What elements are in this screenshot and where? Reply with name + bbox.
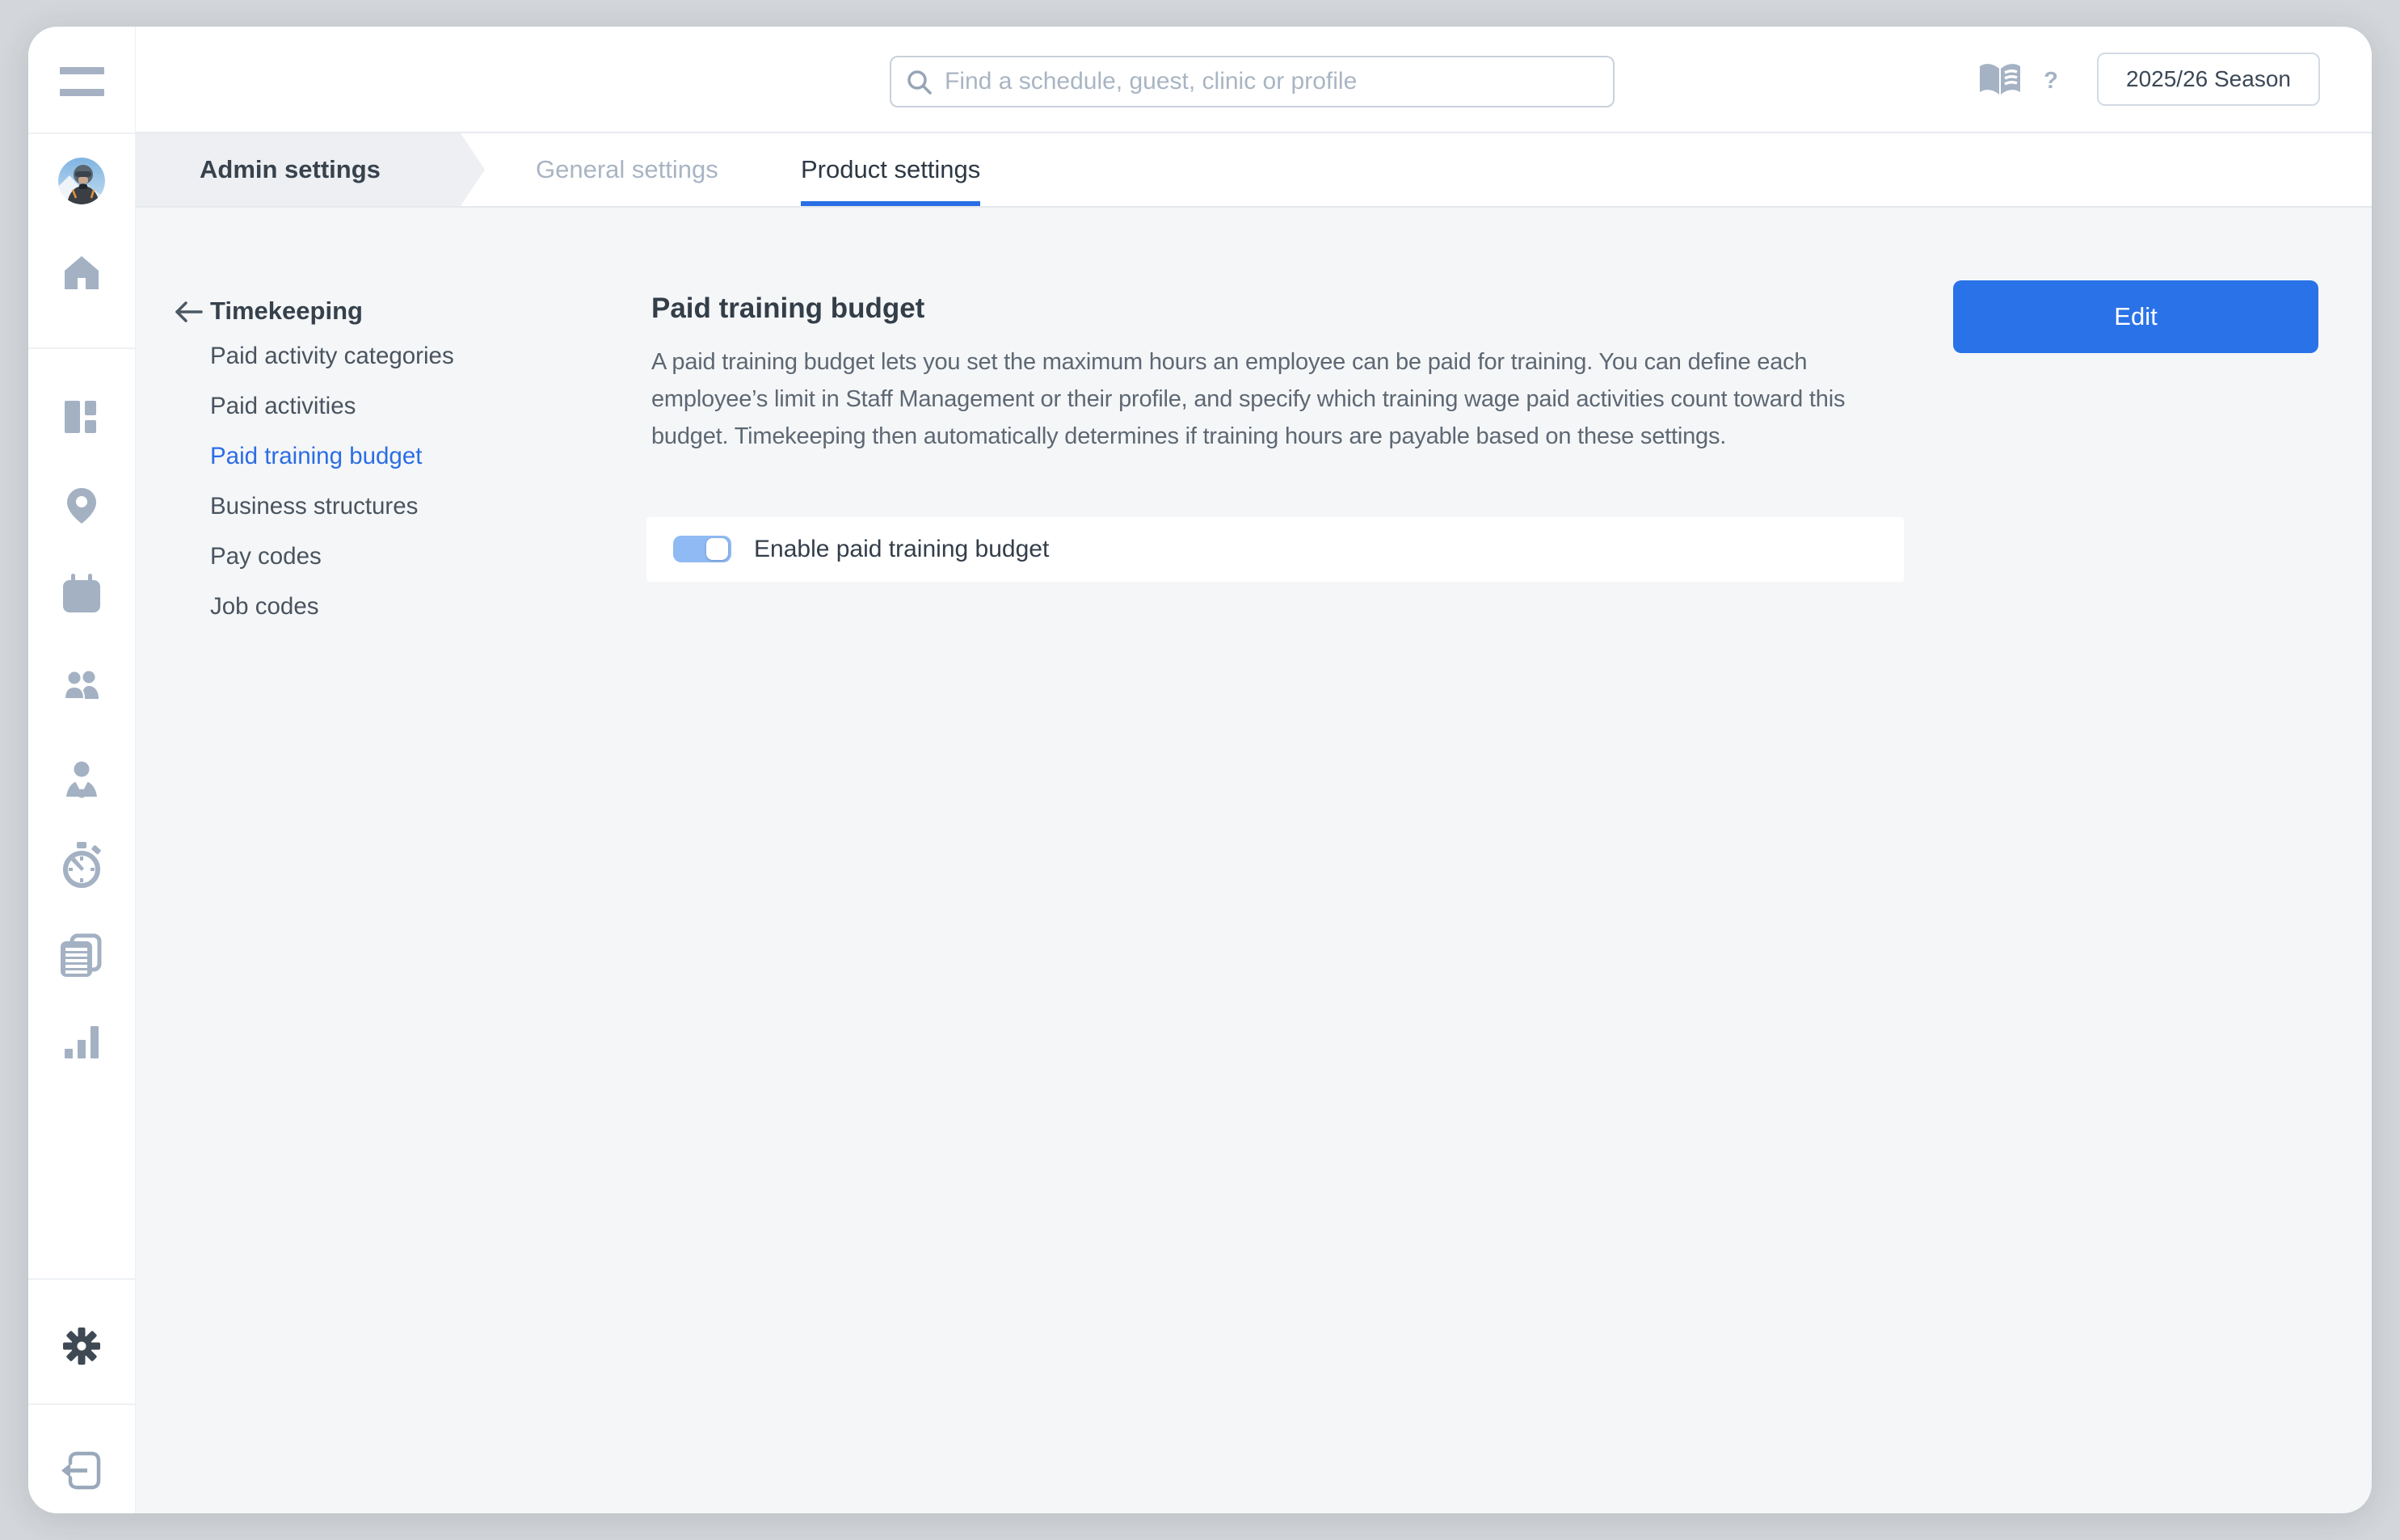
settings-section-title: Timekeeping xyxy=(210,297,363,325)
nav-item-paid-activity-categories[interactable]: Paid activity categories xyxy=(210,340,454,372)
help-icon[interactable]: ? xyxy=(2031,61,2071,101)
toggle-label: Enable paid training budget xyxy=(754,536,1050,562)
enable-paid-training-budget-toggle[interactable] xyxy=(673,536,731,562)
toggle-knob xyxy=(706,538,728,560)
season-selector-button[interactable]: 2025/26 Season xyxy=(2097,53,2320,106)
toggle-card: Enable paid training budget xyxy=(646,517,1904,582)
timekeeping-stopwatch-icon[interactable] xyxy=(59,842,104,891)
breadcrumb-admin-settings[interactable]: Admin settings xyxy=(200,133,381,206)
settings-nav-list: Paid activity categories Paid activities… xyxy=(210,340,454,623)
rail-divider xyxy=(28,347,136,349)
rail-divider xyxy=(28,133,136,134)
nav-item-business-structures[interactable]: Business structures xyxy=(210,490,454,523)
page-description: A paid training budget lets you set the … xyxy=(651,349,1846,449)
location-pin-icon[interactable] xyxy=(62,486,101,528)
tab-general-settings[interactable]: General settings xyxy=(536,133,718,206)
edit-button[interactable]: Edit xyxy=(1953,280,2318,353)
back-arrow-icon[interactable] xyxy=(172,300,204,326)
avatar-photo xyxy=(58,158,105,204)
staff-people-icon[interactable] xyxy=(63,670,100,702)
app-window: 27 Find a schedule, guest, clinic or pro… xyxy=(28,27,2372,1513)
tab-product-settings[interactable]: Product settings xyxy=(801,133,981,206)
menu-icon[interactable] xyxy=(60,65,104,98)
calendar-icon[interactable]: 27 xyxy=(61,574,102,641)
nav-item-pay-codes[interactable]: Pay codes xyxy=(210,541,454,573)
nav-item-paid-training-budget[interactable]: Paid training budget xyxy=(210,440,454,473)
home-icon[interactable] xyxy=(63,254,100,293)
logout-icon[interactable] xyxy=(61,1450,103,1494)
search-icon xyxy=(907,70,932,95)
help-glyph: ? xyxy=(2044,67,2058,94)
rail-divider xyxy=(28,1403,136,1405)
settings-gear-icon[interactable] xyxy=(63,1328,100,1367)
nav-item-job-codes[interactable]: Job codes xyxy=(210,591,454,623)
user-avatar[interactable] xyxy=(58,158,105,204)
rail-divider xyxy=(28,1278,136,1280)
search-input[interactable] xyxy=(891,57,1613,106)
coach-person-icon[interactable] xyxy=(62,761,101,802)
guide-book-icon[interactable] xyxy=(1978,62,2022,100)
settings-tab-bar: Admin settings General settings Product … xyxy=(136,133,2372,208)
top-bar: ? 2025/26 Season xyxy=(136,27,2372,133)
page-title: Paid training budget xyxy=(651,292,925,324)
documents-icon[interactable] xyxy=(61,933,103,979)
global-search xyxy=(890,56,1615,107)
calendar-day-label: 27 xyxy=(71,618,93,641)
reports-bar-chart-icon[interactable] xyxy=(63,1025,100,1061)
dashboard-icon[interactable] xyxy=(65,401,99,437)
sidebar-rail: 27 xyxy=(28,27,136,1513)
nav-item-paid-activities[interactable]: Paid activities xyxy=(210,390,454,423)
